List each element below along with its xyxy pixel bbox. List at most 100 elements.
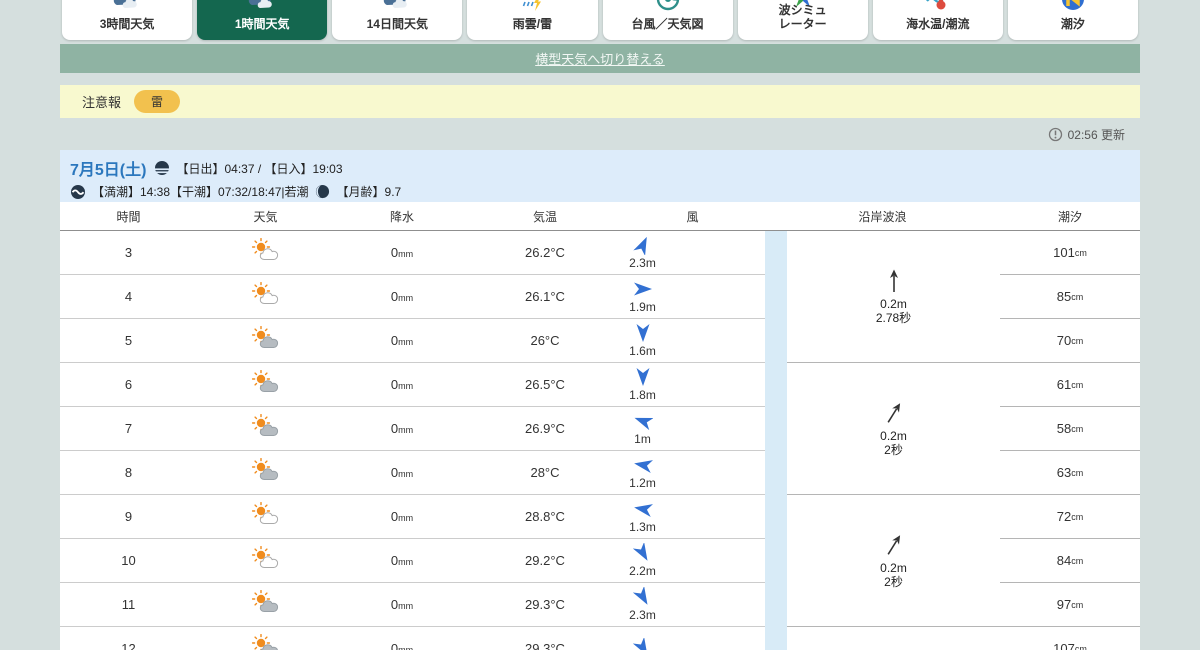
- tide-column: 101 cm 85 cm 70 cm 61 cm 58 cm 63 cm 72 cm 84 cm 97 cm 107…: [1000, 231, 1140, 650]
- weather-cell: [197, 501, 334, 531]
- table-row: 4 0mm 26.1°C 1.9m: [60, 275, 765, 319]
- moon-age: 【月齢】9.7: [336, 185, 402, 199]
- advisory-badge-thunder[interactable]: 雷: [134, 90, 181, 113]
- tab-label: 波シミュ レーター: [778, 3, 827, 32]
- tide-value: 107: [1053, 641, 1075, 650]
- precip-unit: mm: [398, 293, 414, 303]
- tab-5[interactable]: 台風／天気図: [602, 0, 733, 40]
- weather-cell: [197, 545, 334, 575]
- precip-cell: 0mm: [334, 641, 470, 650]
- temp-cell: 26.2°C: [525, 245, 565, 260]
- table-row: 5 0mm 26°C 1.6m: [60, 319, 765, 363]
- table-row: 12 0mm 29.3°C: [60, 627, 765, 650]
- typhoon-icon: [654, 0, 682, 13]
- wind-speed: 1.2m: [629, 476, 656, 490]
- forecast-tabs: 3時間天気 1時間天気 14日間天気 雨雲/雷 台風／天気図 波シミュ レーター 海水温/潮…: [62, 0, 1138, 40]
- tide-unit: cm: [1071, 423, 1084, 434]
- wave-height: 0.2m: [880, 428, 907, 443]
- weather-forecast-page: 3時間天気 1時間天気 14日間天気 雨雲/雷 台風／天気図 波シミュ レーター 海水温/潮…: [0, 0, 1200, 650]
- tide-unit: cm: [1074, 643, 1087, 650]
- hour-cell: 8: [124, 465, 133, 480]
- weather-icon: [248, 0, 276, 13]
- tide-unit: cm: [1071, 555, 1084, 566]
- table-row: 8 0mm 28°C 1.2m: [60, 451, 765, 495]
- wave-period: 2秒: [884, 575, 903, 589]
- sea-temp-icon: [924, 0, 952, 13]
- wave-period: 2.78秒: [875, 311, 912, 325]
- switch-bar: 横型天気へ切り替える: [60, 44, 1140, 73]
- moon-icon: [315, 184, 331, 200]
- sunrise-sunset-times: 【日出】04:37 / 【日入】19:03: [176, 161, 343, 176]
- weather-cell: [197, 633, 334, 650]
- table-body: 3 0mm 26.2°C 2.3m 4 0mm 26.1°C 1.9m 5 0mm 26°C 1.6m…: [60, 231, 1140, 650]
- tide-unit: cm: [1071, 379, 1084, 390]
- hour-cell: 3: [124, 245, 133, 260]
- tide-value: 63: [1056, 465, 1072, 480]
- precip-unit: mm: [398, 513, 414, 523]
- column-header: 潮汐: [1057, 209, 1082, 224]
- switch-horizontal-link[interactable]: 横型天気へ切り替える: [535, 49, 665, 68]
- column-header: 時間: [116, 209, 141, 224]
- tide-cell: 85 cm: [1000, 275, 1140, 319]
- hour-cell: 4: [124, 289, 133, 304]
- column-header: 天気: [253, 209, 278, 224]
- hourly-weather-table: 時間 天気 降水 気温 風 沿岸波浪 潮汐 3 0mm 26.2°C 2.3m 4 0mm 26.1°C…: [60, 202, 1140, 650]
- wave-direction-icon: [881, 400, 907, 429]
- temp-cell: 26.1°C: [525, 289, 565, 304]
- tab-4[interactable]: 雨雲/雷: [467, 0, 598, 40]
- tide-cell: 61 cm: [1000, 363, 1140, 407]
- tide-unit: cm: [1071, 511, 1084, 522]
- date-header-line1: 7月5日(土) 【日出】04:37 / 【日入】19:03: [70, 156, 1140, 180]
- tab-label: 14日間天気: [366, 17, 428, 32]
- hourly-rows: 3 0mm 26.2°C 2.3m 4 0mm 26.1°C 1.9m 5 0mm 26°C 1.6m…: [60, 231, 765, 650]
- wind-cell: 1.8m: [620, 367, 765, 402]
- tide-value: 84: [1056, 553, 1072, 568]
- tide-wave-icon: [70, 184, 86, 200]
- tab-label: 雨雲/雷: [512, 17, 553, 32]
- date-title: 7月5日(土): [70, 162, 147, 179]
- temp-cell: 28°C: [530, 465, 560, 480]
- table-header-row: 時間 天気 降水 気温 風 沿岸波浪 潮汐: [60, 202, 1140, 231]
- hour-cell: 12: [121, 641, 136, 650]
- tide-icon: [1059, 0, 1087, 13]
- precip-unit: mm: [398, 645, 414, 650]
- tab-6[interactable]: 波シミュ レーター: [737, 0, 868, 40]
- wind-cell: 1.9m: [620, 279, 765, 314]
- tab-1[interactable]: 3時間天気: [62, 0, 193, 40]
- sun-cloud-icon: [251, 589, 281, 619]
- column-header: 風: [686, 209, 699, 224]
- precip-unit: mm: [398, 557, 414, 567]
- precip-unit: mm: [398, 381, 414, 391]
- tide-value: 97: [1056, 597, 1072, 612]
- date-header: 7月5日(土) 【日出】04:37 / 【日入】19:03 【満潮】14:38【…: [60, 150, 1140, 202]
- weather-cell: [197, 457, 334, 487]
- info-icon[interactable]: [1048, 127, 1063, 142]
- temp-cell: 26.9°C: [525, 421, 565, 436]
- wind-speed: 2.2m: [629, 564, 656, 578]
- tab-8[interactable]: 潮汐: [1007, 0, 1138, 40]
- column-header: 気温: [532, 209, 557, 224]
- table-row: 11 0mm 29.3°C 2.3m: [60, 583, 765, 627]
- tab-label: 1時間天気: [234, 17, 290, 32]
- wind-cell: 1.3m: [620, 499, 765, 534]
- sun-cloud-icon: [251, 633, 281, 650]
- tab-2[interactable]: 1時間天気: [197, 0, 328, 40]
- wave-period: 2秒: [884, 443, 903, 457]
- tab-label: 台風／天気図: [631, 17, 704, 32]
- table-row: 3 0mm 26.2°C 2.3m: [60, 231, 765, 275]
- wind-speed: 1.8m: [629, 388, 656, 402]
- tide-value: 58: [1056, 421, 1072, 436]
- weather-cell: [197, 281, 334, 311]
- wind-speed: 1.6m: [629, 344, 656, 358]
- rain-lightning-icon: [518, 0, 546, 13]
- precip-cell: 0mm: [334, 377, 470, 392]
- tab-7[interactable]: 海水温/潮流: [872, 0, 1003, 40]
- wave-group-cell: [787, 627, 1000, 650]
- wave-height: 0.2m: [880, 296, 907, 311]
- weather-icon: [113, 0, 141, 13]
- wind-speed: 1.9m: [629, 300, 656, 314]
- update-info: 02:56 更新: [1048, 126, 1125, 143]
- tab-3[interactable]: 14日間天気: [332, 0, 463, 40]
- wave-group-cell: 0.2m 2.78秒: [787, 231, 1000, 363]
- wave-direction-icon: [881, 532, 907, 561]
